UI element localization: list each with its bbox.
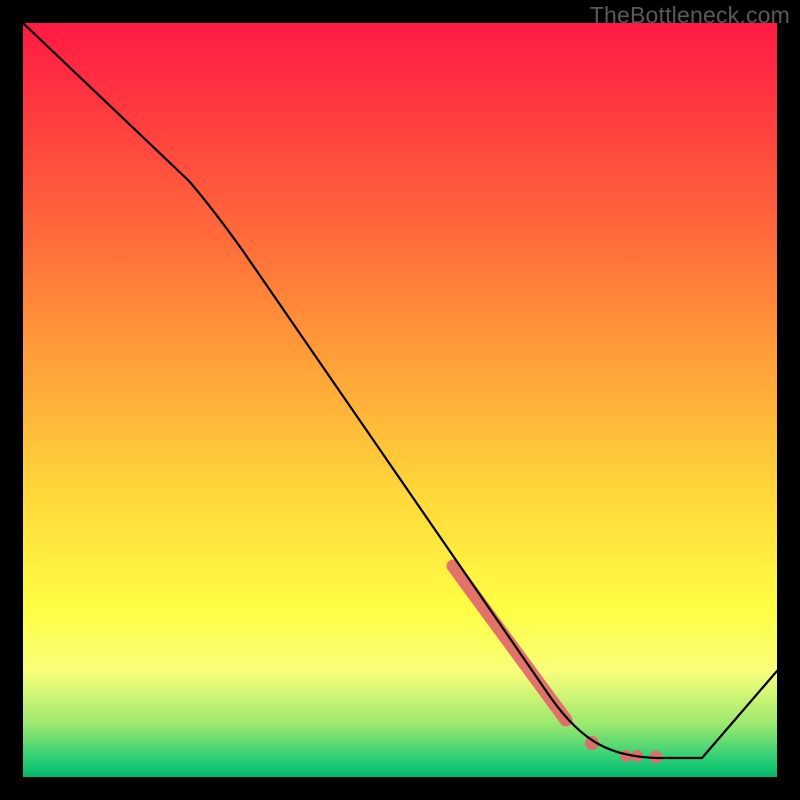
chart-svg (23, 23, 777, 777)
plot-area (23, 23, 777, 777)
bottleneck-curve (23, 23, 777, 758)
watermark-text: TheBottleneck.com (590, 2, 790, 29)
chart-frame: TheBottleneck.com (0, 0, 800, 800)
